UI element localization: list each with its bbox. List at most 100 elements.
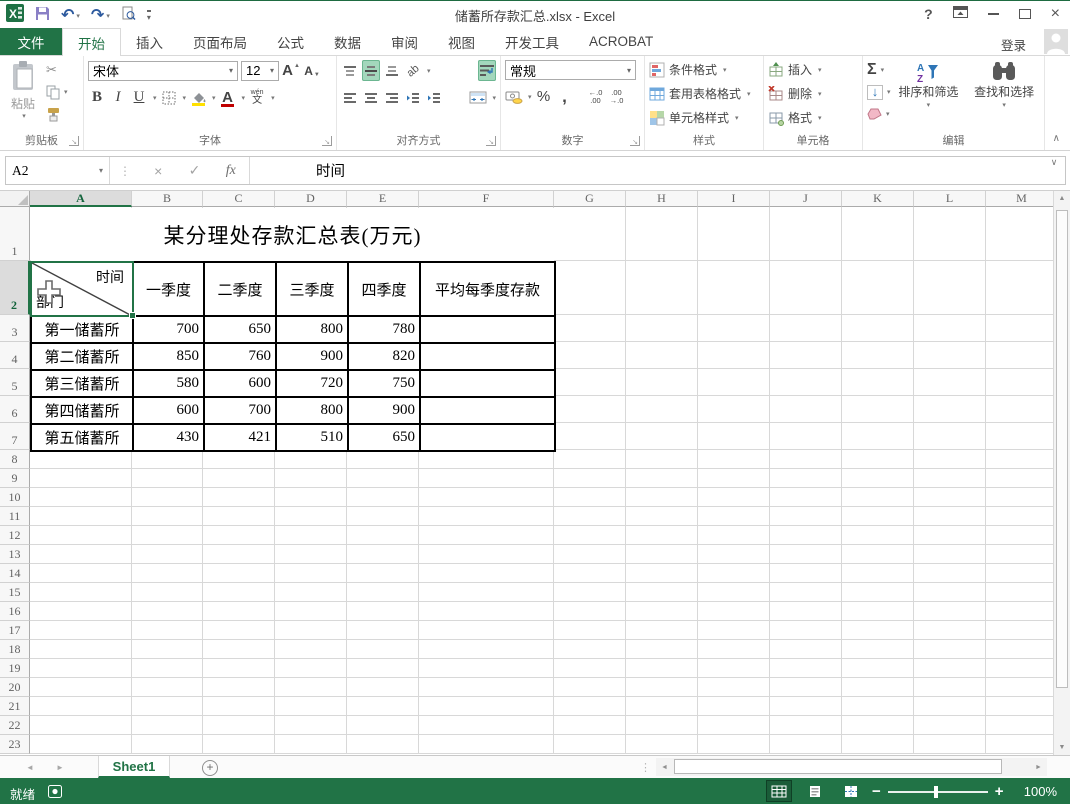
sort-filter-button[interactable]: AZ 排序和筛选 ▾ <box>891 58 967 124</box>
column-header-L[interactable]: L <box>914 191 986 207</box>
page-break-view-button[interactable] <box>838 780 864 802</box>
cell-A5[interactable]: 第三储蓄所 <box>30 369 134 398</box>
cell-C4[interactable]: 760 <box>203 342 277 371</box>
cell-G12[interactable] <box>554 526 626 545</box>
cell-C19[interactable] <box>203 659 275 678</box>
row-header-10[interactable]: 10 <box>0 488 30 507</box>
cell-F13[interactable] <box>419 545 554 564</box>
cell-K21[interactable] <box>842 697 914 716</box>
cell-J13[interactable] <box>770 545 842 564</box>
cell-L7[interactable] <box>914 423 986 450</box>
cell-A20[interactable] <box>30 678 132 697</box>
cut-button[interactable]: ✂ <box>46 60 68 80</box>
cell-A14[interactable] <box>30 564 132 583</box>
cell-L15[interactable] <box>914 583 986 602</box>
cell-C18[interactable] <box>203 640 275 659</box>
cell-B6[interactable]: 600 <box>132 396 205 425</box>
cell-J5[interactable] <box>770 369 842 396</box>
cell-D2[interactable]: 三季度 <box>275 261 349 317</box>
scroll-right-icon[interactable]: ► <box>1030 758 1047 776</box>
cell-K13[interactable] <box>842 545 914 564</box>
normal-view-button[interactable] <box>766 780 792 802</box>
cell-G21[interactable] <box>554 697 626 716</box>
cell-K23[interactable] <box>842 735 914 754</box>
cell-G17[interactable] <box>554 621 626 640</box>
row-header-19[interactable]: 19 <box>0 659 30 678</box>
cell-F5[interactable] <box>419 369 556 398</box>
name-box[interactable]: A2 ▾ <box>6 157 110 184</box>
cell-G19[interactable] <box>554 659 626 678</box>
cell-B23[interactable] <box>132 735 203 754</box>
row-header-12[interactable]: 12 <box>0 526 30 545</box>
column-header-E[interactable]: E <box>347 191 419 207</box>
cell-B10[interactable] <box>132 488 203 507</box>
cell-L19[interactable] <box>914 659 986 678</box>
cell-A1-title[interactable]: 某分理处存款汇总表(万元) <box>31 208 554 261</box>
page-layout-view-button[interactable] <box>802 780 828 802</box>
cell-D5[interactable]: 720 <box>275 369 349 398</box>
cell-F14[interactable] <box>419 564 554 583</box>
cell-L1[interactable] <box>914 207 986 261</box>
cell-C22[interactable] <box>203 716 275 735</box>
cell-C23[interactable] <box>203 735 275 754</box>
cell-K17[interactable] <box>842 621 914 640</box>
cell-L3[interactable] <box>914 315 986 342</box>
cell-A19[interactable] <box>30 659 132 678</box>
cell-I19[interactable] <box>698 659 770 678</box>
cell-A15[interactable] <box>30 583 132 602</box>
cell-F21[interactable] <box>419 697 554 716</box>
account-avatar[interactable] <box>1044 29 1068 59</box>
cell-K11[interactable] <box>842 507 914 526</box>
cell-K4[interactable] <box>842 342 914 369</box>
column-header-B[interactable]: B <box>132 191 203 207</box>
phonetic-dropdown-icon[interactable]: ▾ <box>271 94 275 102</box>
column-header-M[interactable]: M <box>986 191 1053 207</box>
column-header-F[interactable]: F <box>419 191 554 207</box>
cell-E3[interactable]: 780 <box>347 315 421 344</box>
cell-M10[interactable] <box>986 488 1053 507</box>
cell-F6[interactable] <box>419 396 556 425</box>
cell-A21[interactable] <box>30 697 132 716</box>
new-sheet-button[interactable]: + <box>202 760 218 776</box>
alignment-dialog-launcher-icon[interactable] <box>486 136 496 146</box>
cell-M11[interactable] <box>986 507 1053 526</box>
cell-L21[interactable] <box>914 697 986 716</box>
vertical-scrollbar[interactable]: ▲ ▼ <box>1053 191 1070 755</box>
cell-J11[interactable] <box>770 507 842 526</box>
cell-I6[interactable] <box>698 396 770 423</box>
borders-button[interactable] <box>160 87 178 108</box>
row-header-21[interactable]: 21 <box>0 697 30 716</box>
cell-A4[interactable]: 第二储蓄所 <box>30 342 134 371</box>
cell-G20[interactable] <box>554 678 626 697</box>
sign-in-link[interactable]: 登录 <box>1001 35 1026 54</box>
cell-D4[interactable]: 900 <box>275 342 349 371</box>
cell-H22[interactable] <box>626 716 698 735</box>
font-dialog-launcher-icon[interactable] <box>322 136 332 146</box>
formula-bar-drag-handle[interactable]: ⋮ <box>110 164 140 178</box>
cell-E7[interactable]: 650 <box>347 423 421 452</box>
cell-C2[interactable]: 二季度 <box>203 261 277 317</box>
zoom-in-button[interactable]: + <box>995 783 1004 800</box>
cell-I1[interactable] <box>698 207 770 261</box>
cell-G11[interactable] <box>554 507 626 526</box>
cell-K7[interactable] <box>842 423 914 450</box>
name-box-dropdown-icon[interactable]: ▾ <box>99 166 103 175</box>
row-header-1[interactable]: 1 <box>0 207 30 261</box>
cell-K2[interactable] <box>842 261 914 315</box>
phonetic-guide-button[interactable]: wén文 <box>248 87 266 108</box>
cell-I9[interactable] <box>698 469 770 488</box>
column-header-D[interactable]: D <box>275 191 347 207</box>
cell-A23[interactable] <box>30 735 132 754</box>
cell-E23[interactable] <box>347 735 419 754</box>
tab-开始[interactable]: 开始 <box>62 28 121 56</box>
cell-H16[interactable] <box>626 602 698 621</box>
cell-J23[interactable] <box>770 735 842 754</box>
cell-F2[interactable]: 平均每季度存款 <box>419 261 556 317</box>
cell-G7[interactable] <box>554 423 626 450</box>
cell-L2[interactable] <box>914 261 986 315</box>
orientation-dropdown-icon[interactable]: ▾ <box>427 67 431 75</box>
cell-E10[interactable] <box>347 488 419 507</box>
cell-K12[interactable] <box>842 526 914 545</box>
cell-K10[interactable] <box>842 488 914 507</box>
cell-H1[interactable] <box>626 207 698 261</box>
